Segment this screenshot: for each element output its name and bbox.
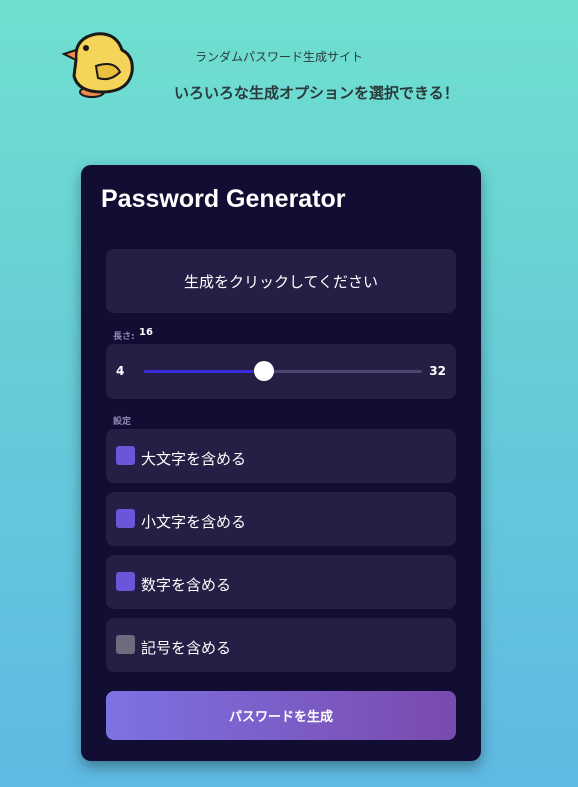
option-uppercase[interactable]: 大文字を含める xyxy=(106,429,456,483)
symbols-checkbox[interactable] xyxy=(116,635,135,654)
slider-max-label: 32 xyxy=(429,364,446,378)
slider-min-label: 4 xyxy=(116,364,125,378)
slider-fill xyxy=(144,370,264,373)
card-title: Password Generator xyxy=(101,185,346,213)
option-label: 大文字を含める xyxy=(141,450,247,468)
site-subtitle: いろいろな生成オプションを選択できる！ xyxy=(174,84,459,102)
option-symbols[interactable]: 記号を含める xyxy=(106,618,456,672)
length-value: 16 xyxy=(139,327,153,338)
settings-label: 設定 xyxy=(113,417,132,427)
option-lowercase[interactable]: 小文字を含める xyxy=(106,492,456,546)
option-numbers[interactable]: 数字を含める xyxy=(106,555,456,609)
chick-icon xyxy=(56,20,140,100)
password-result[interactable]: 生成をクリックしてください xyxy=(106,249,456,313)
site-header: ランダムパスワード生成サイト いろいろな生成オプションを選択できる！ xyxy=(0,0,578,120)
option-label: 数字を含める xyxy=(141,576,232,594)
numbers-checkbox[interactable] xyxy=(116,572,135,591)
length-slider[interactable] xyxy=(144,361,422,381)
option-label: 記号を含める xyxy=(141,639,232,657)
length-label: 長さ: xyxy=(113,332,135,342)
lowercase-checkbox[interactable] xyxy=(116,509,135,528)
generator-card: Password Generator 生成をクリックしてください 長さ: 16 … xyxy=(81,165,481,761)
uppercase-checkbox[interactable] xyxy=(116,446,135,465)
site-title: ランダムパスワード生成サイト xyxy=(195,50,364,64)
generate-button[interactable]: パスワードを生成 xyxy=(106,691,456,740)
option-label: 小文字を含める xyxy=(141,513,247,531)
slider-thumb[interactable] xyxy=(253,361,274,381)
length-slider-panel: 4 32 xyxy=(106,344,456,399)
